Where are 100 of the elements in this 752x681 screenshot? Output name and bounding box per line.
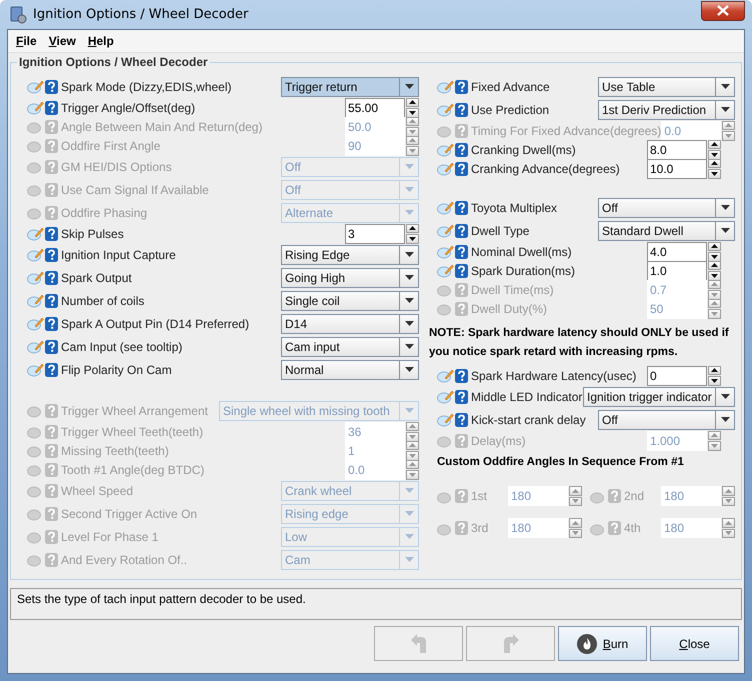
edit-icon[interactable] [27,247,44,262]
caret-up-icon [409,226,416,230]
flame-icon [576,634,597,654]
menu-item[interactable]: File [12,34,41,48]
edit-icon[interactable] [27,316,44,331]
edit-icon[interactable] [27,362,44,377]
number-field[interactable]: 0 [647,366,707,386]
app-icon [9,6,27,24]
help-icon[interactable] [455,224,468,238]
dropdown[interactable]: Normal [281,360,419,380]
dropdown[interactable]: Trigger return [281,76,419,96]
field-label: Use Cam Signal If Available [61,182,210,196]
field-label: 2nd [624,489,646,503]
help-icon[interactable] [45,340,58,354]
help-icon[interactable] [45,316,58,330]
help-icon[interactable] [45,294,58,308]
edit-icon[interactable] [27,339,44,354]
edit-icon[interactable] [437,200,454,215]
dropdown[interactable]: Going High [281,268,419,288]
help-icon[interactable] [455,162,468,176]
field-label: Spark A Output Pin (D14 Preferred) [61,316,250,330]
help-icon[interactable] [455,142,468,156]
menu-item[interactable]: Help [84,34,118,48]
window-title: Ignition Options / Wheel Decoder [33,7,250,22]
menu-item[interactable]: View [44,34,80,48]
spin-up-button[interactable] [708,242,721,251]
dropdown[interactable]: Off [598,410,735,430]
dropdown[interactable]: Rising Edge [281,244,419,264]
edit-icon[interactable] [437,79,454,94]
edit-icon[interactable] [437,244,454,259]
help-icon[interactable] [455,200,468,214]
edit-icon[interactable] [437,102,454,117]
number-field[interactable]: 8.0 [647,140,707,160]
field-label: Angle Between Main And Return(deg) [61,120,264,134]
field-label: Cranking Dwell(ms) [471,142,577,156]
edit-icon[interactable] [437,389,454,404]
help-icon[interactable] [45,248,58,262]
dropdown-arrow-icon [404,534,414,539]
edit-icon[interactable] [27,79,44,94]
caret-up-icon [572,520,579,525]
dropdown-arrow-icon [404,488,414,493]
help-icon[interactable] [455,244,468,258]
help-icon[interactable] [455,264,468,278]
help-icon[interactable] [45,100,58,114]
edit-icon[interactable] [27,293,44,308]
dropdown[interactable]: 1st Deriv Prediction [598,100,735,120]
edit-icon[interactable] [27,100,44,115]
dropdown[interactable]: Single coil [281,290,419,310]
help-icon[interactable] [45,270,58,284]
undo-arrow-icon [408,632,428,654]
field-label: Spark Output [61,270,133,284]
help-icon[interactable] [455,390,468,404]
number-field[interactable]: 4.0 [647,242,707,262]
field-label: Second Trigger Active On [61,506,198,520]
edit-icon[interactable] [27,226,44,241]
number-field[interactable]: 1.0 [647,260,707,280]
caret-down-icon [711,312,718,316]
help-icon[interactable] [455,80,468,94]
field-label: Spark Hardware Latency(usec) [471,368,638,382]
close-window-button[interactable] [701,0,745,20]
dropdown[interactable]: Cam input [281,336,419,356]
field-label: 4th [624,521,642,535]
dropdown[interactable]: D14 [281,314,419,334]
help-icon[interactable] [455,102,468,116]
spin-up-button[interactable] [708,366,721,375]
edit-icon[interactable] [437,412,454,427]
dropdown[interactable]: Standard Dwell [598,220,735,240]
caret-down-icon [711,378,718,383]
help-icon[interactable] [45,80,58,94]
field-label: Nominal Dwell(ms) [471,244,573,258]
number-field[interactable]: 10.0 [647,158,707,178]
help-icon[interactable] [455,368,468,382]
help-icon[interactable] [45,226,58,240]
dropdown[interactable]: Use Table [598,76,735,96]
dropdown-arrow-icon [404,321,414,326]
number-field[interactable]: 3 [345,224,405,244]
field-label: Use Prediction [471,102,550,116]
dropdown-arrow-icon [404,344,414,349]
edit-icon[interactable] [27,270,44,285]
caret-up-icon [711,244,718,248]
edit-icon[interactable] [437,263,454,278]
caret-down-icon [572,531,579,536]
spin-up-button[interactable] [406,224,419,233]
spin-down-button[interactable] [406,234,419,244]
edit-icon[interactable] [437,161,454,176]
edit-icon[interactable] [437,142,454,157]
burn-button[interactable]: Burn [558,626,647,661]
dropdown[interactable]: Off [598,198,735,218]
spin-down-button[interactable] [708,169,721,178]
dropdown-arrow-icon [404,164,414,169]
dropdown[interactable]: Ignition trigger indicator [583,386,735,406]
edit-icon[interactable] [437,223,454,238]
caret-up-icon [409,100,416,104]
spin-down-button[interactable] [708,376,721,386]
number-field[interactable]: 55.00 [345,98,405,118]
help-icon[interactable] [455,412,468,426]
edit-icon[interactable] [437,368,454,383]
close-button[interactable]: Close [650,626,739,661]
help-icon[interactable] [45,362,58,376]
spin-up-button[interactable] [406,98,419,107]
